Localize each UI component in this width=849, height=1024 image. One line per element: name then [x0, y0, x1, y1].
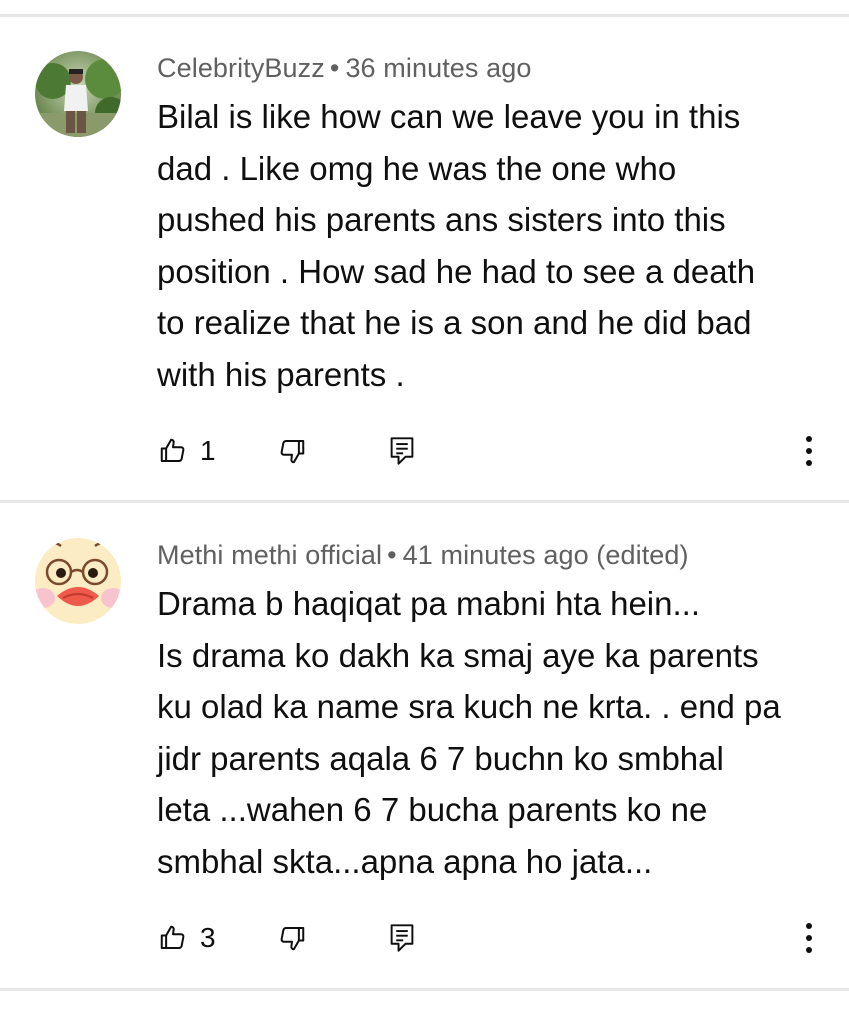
more-vert-icon: [806, 923, 812, 953]
comment-item: CelebrityBuzz • 36 minutes ago Bilal is li…: [0, 17, 849, 502]
user-avatar[interactable]: [35, 538, 121, 624]
comment-item: Methi methi official • 41 minutes ago (edi…: [0, 504, 849, 989]
comment-meta: CelebrityBuzz • 36 minutes ago: [157, 53, 531, 84]
reply-button[interactable]: [388, 431, 416, 471]
comment-meta: Methi methi official • 41 minutes ago (edi…: [157, 540, 689, 571]
dislike-icon: [280, 927, 305, 951]
like-icon: [160, 438, 185, 462]
user-avatar[interactable]: [35, 51, 121, 137]
like-icon: [160, 925, 185, 949]
comment-divider: [0, 988, 849, 991]
like-button[interactable]: 3: [158, 918, 216, 958]
reply-icon: [390, 437, 414, 465]
dislike-button[interactable]: [277, 918, 307, 958]
user-photo-avatar-icon: [35, 51, 121, 137]
more-options-button[interactable]: [797, 431, 821, 471]
comment-divider: [0, 500, 849, 503]
comment-time: 36 minutes ago: [345, 53, 532, 83]
like-button[interactable]: 1: [158, 431, 216, 471]
meta-separator: •: [329, 53, 340, 83]
comment-actions: 1: [0, 431, 849, 471]
like-count: 1: [200, 435, 216, 466]
comment-text: Drama b haqiqat pa mabni hta hein... Is …: [157, 585, 781, 880]
reply-button[interactable]: [388, 918, 416, 958]
like-count: 3: [200, 922, 216, 953]
more-vert-icon: [806, 436, 812, 466]
comment-text: Bilal is like how can we leave you in th…: [157, 98, 756, 393]
comment-time: 41 minutes ago (edited): [402, 540, 689, 570]
dislike-button[interactable]: [277, 431, 307, 471]
dislike-icon: [280, 440, 305, 464]
cartoon-duck-avatar-icon: [35, 538, 121, 624]
comment-author[interactable]: CelebrityBuzz: [157, 53, 325, 83]
meta-separator: •: [387, 540, 397, 570]
comment-actions: 3: [0, 918, 849, 958]
comment-author[interactable]: Methi methi official: [157, 540, 382, 570]
reply-icon: [390, 924, 414, 952]
more-options-button[interactable]: [797, 918, 821, 958]
